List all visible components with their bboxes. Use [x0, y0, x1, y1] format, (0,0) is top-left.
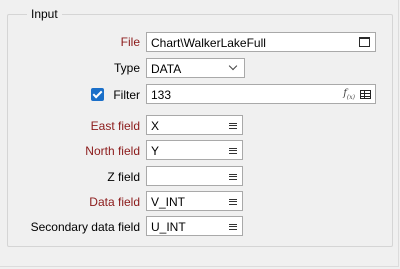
filter-value: 133: [151, 88, 172, 102]
input-group-title: Input: [27, 7, 62, 22]
field-list-icon[interactable]: [229, 123, 237, 129]
filter-checkbox[interactable]: [91, 88, 104, 101]
north-field-value: Y: [151, 144, 160, 158]
secondary-data-field-label: Secondary data field: [30, 220, 140, 234]
east-field-value: X: [151, 119, 160, 133]
north-field-label: North field: [85, 144, 140, 158]
secondary-data-field-input[interactable]: U_INT: [146, 216, 243, 236]
function-fx-icon[interactable]: f(x): [343, 88, 355, 101]
east-field-label: East field: [90, 119, 140, 133]
north-field-input[interactable]: Y: [146, 140, 243, 160]
browse-window-icon[interactable]: [359, 37, 370, 47]
chevron-down-icon: [228, 61, 238, 71]
data-field-input[interactable]: V_INT: [146, 191, 243, 211]
east-field-input[interactable]: X: [146, 115, 243, 135]
data-field-value: V_INT: [151, 195, 186, 209]
type-label: Type: [113, 61, 140, 75]
field-list-icon[interactable]: [229, 174, 237, 180]
field-list-icon[interactable]: [229, 199, 237, 205]
type-select[interactable]: DATA: [146, 58, 245, 78]
table-list-icon[interactable]: [360, 90, 371, 99]
secondary-data-field-value: U_INT: [151, 220, 186, 234]
z-field-input[interactable]: [146, 166, 243, 186]
file-input[interactable]: Chart\WalkerLakeFull: [146, 32, 376, 52]
filter-input[interactable]: 133 f(x): [146, 84, 376, 104]
field-list-icon[interactable]: [229, 148, 237, 154]
data-field-label: Data field: [89, 195, 140, 209]
type-value: DATA: [151, 62, 182, 76]
file-label: File: [120, 35, 140, 49]
file-value: Chart\WalkerLakeFull: [151, 36, 266, 50]
filter-label: Filter: [113, 88, 140, 102]
field-list-icon[interactable]: [229, 224, 237, 230]
z-field-label: Z field: [107, 170, 140, 184]
